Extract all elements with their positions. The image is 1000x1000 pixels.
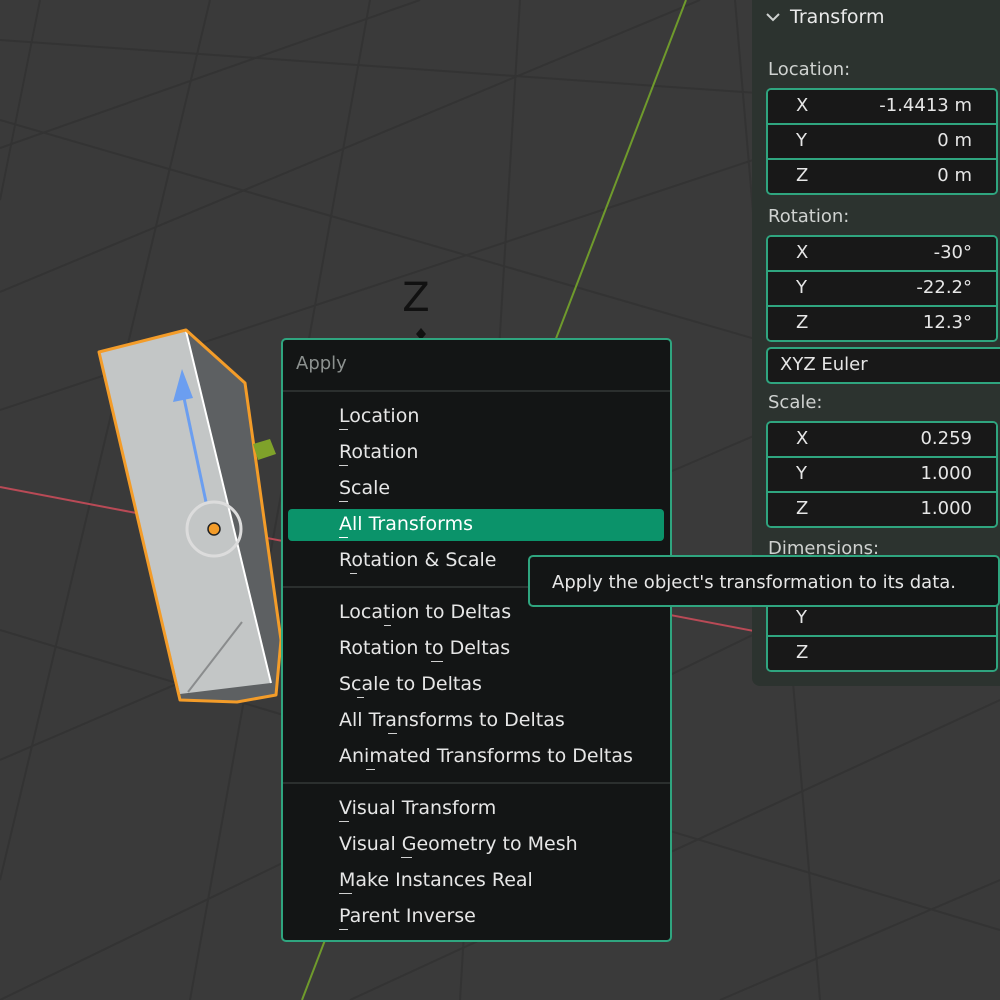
menu-item-make-instances-real[interactable]: Make Instances Real — [288, 865, 664, 897]
menu-item-visual-geometry-to-mesh[interactable]: Visual Geometry to Mesh — [288, 829, 664, 861]
mnemonic-underline — [339, 501, 348, 502]
menu-separator — [283, 782, 670, 784]
mnemonic-underline — [431, 661, 443, 662]
scale-label: Scale: — [768, 392, 823, 413]
dimensions-fields: Y Z — [766, 600, 998, 672]
tooltip: Apply the object's transformation to its… — [528, 555, 1000, 607]
menu-item-all-transforms[interactable]: All Transforms — [288, 509, 664, 541]
rotation-y-field[interactable]: Y -22.2° — [768, 270, 996, 305]
apply-menu: Apply Location Rotation Scale All Transf… — [281, 338, 672, 942]
mnemonic-underline — [339, 537, 348, 538]
chevron-down-icon[interactable] — [764, 8, 782, 26]
transform-panel-header[interactable]: Transform — [764, 4, 885, 30]
location-z-field[interactable]: Z0 m — [768, 158, 996, 193]
scale-fields: X 0.259 Y 1.000 Z 1.000 — [766, 421, 998, 528]
location-y-field[interactable]: Y0 m — [768, 123, 996, 158]
scale-y-field[interactable]: Y 1.000 — [768, 456, 996, 491]
dimensions-z-field[interactable]: Z — [768, 635, 996, 670]
mnemonic-underline — [388, 733, 397, 734]
mnemonic-underline — [366, 769, 375, 770]
mnemonic-underline — [350, 573, 357, 574]
rotation-z-field[interactable]: Z 12.3° — [768, 305, 996, 340]
location-x-field[interactable]: X -1.4413 m — [768, 90, 996, 123]
tooltip-text: Apply the object's transformation to its… — [552, 572, 957, 593]
mnemonic-underline — [401, 857, 412, 858]
mnemonic-underline — [339, 893, 352, 894]
menu-item-animated-transforms-to-deltas[interactable]: Animated Transforms to Deltas — [288, 741, 664, 773]
menu-item-scale-to-deltas[interactable]: Scale to Deltas — [288, 669, 664, 701]
svg-text:Z: Z — [402, 275, 429, 321]
object-origin — [207, 522, 221, 536]
gizmo-z-label: Z — [402, 275, 430, 340]
menu-item-parent-inverse[interactable]: Parent Inverse — [288, 901, 664, 933]
scale-z-field[interactable]: Z 1.000 — [768, 491, 996, 526]
menu-title: Apply — [296, 353, 347, 374]
menu-item-location[interactable]: Location — [288, 401, 664, 433]
mnemonic-underline — [384, 625, 391, 626]
mnemonic-underline — [357, 697, 364, 698]
menu-item-all-transforms-to-deltas[interactable]: All Transforms to Deltas — [288, 705, 664, 737]
mnemonic-underline — [339, 429, 348, 430]
location-fields: X -1.4413 m Y0 m Z0 m — [766, 88, 998, 195]
rotation-mode-value: XYZ Euler — [780, 354, 868, 375]
menu-item-visual-transform[interactable]: Visual Transform — [288, 793, 664, 825]
mnemonic-underline — [339, 821, 349, 822]
menu-item-scale[interactable]: Scale — [288, 473, 664, 505]
rotation-fields: X -30° Y -22.2° Z 12.3° — [766, 235, 998, 342]
rotation-x-field[interactable]: X -30° — [768, 237, 996, 270]
transform-panel-title: Transform — [790, 6, 885, 28]
rotation-label: Rotation: — [768, 206, 850, 227]
menu-separator — [283, 390, 670, 392]
mnemonic-underline — [339, 929, 348, 930]
rotation-mode-dropdown[interactable]: XYZ Euler — [766, 347, 1000, 384]
menu-item-rotation-to-deltas[interactable]: Rotation to Deltas — [288, 633, 664, 665]
menu-item-rotation[interactable]: Rotation — [288, 437, 664, 469]
scale-x-field[interactable]: X 0.259 — [768, 423, 996, 456]
mnemonic-underline — [339, 465, 348, 466]
location-label: Location: — [768, 59, 851, 80]
